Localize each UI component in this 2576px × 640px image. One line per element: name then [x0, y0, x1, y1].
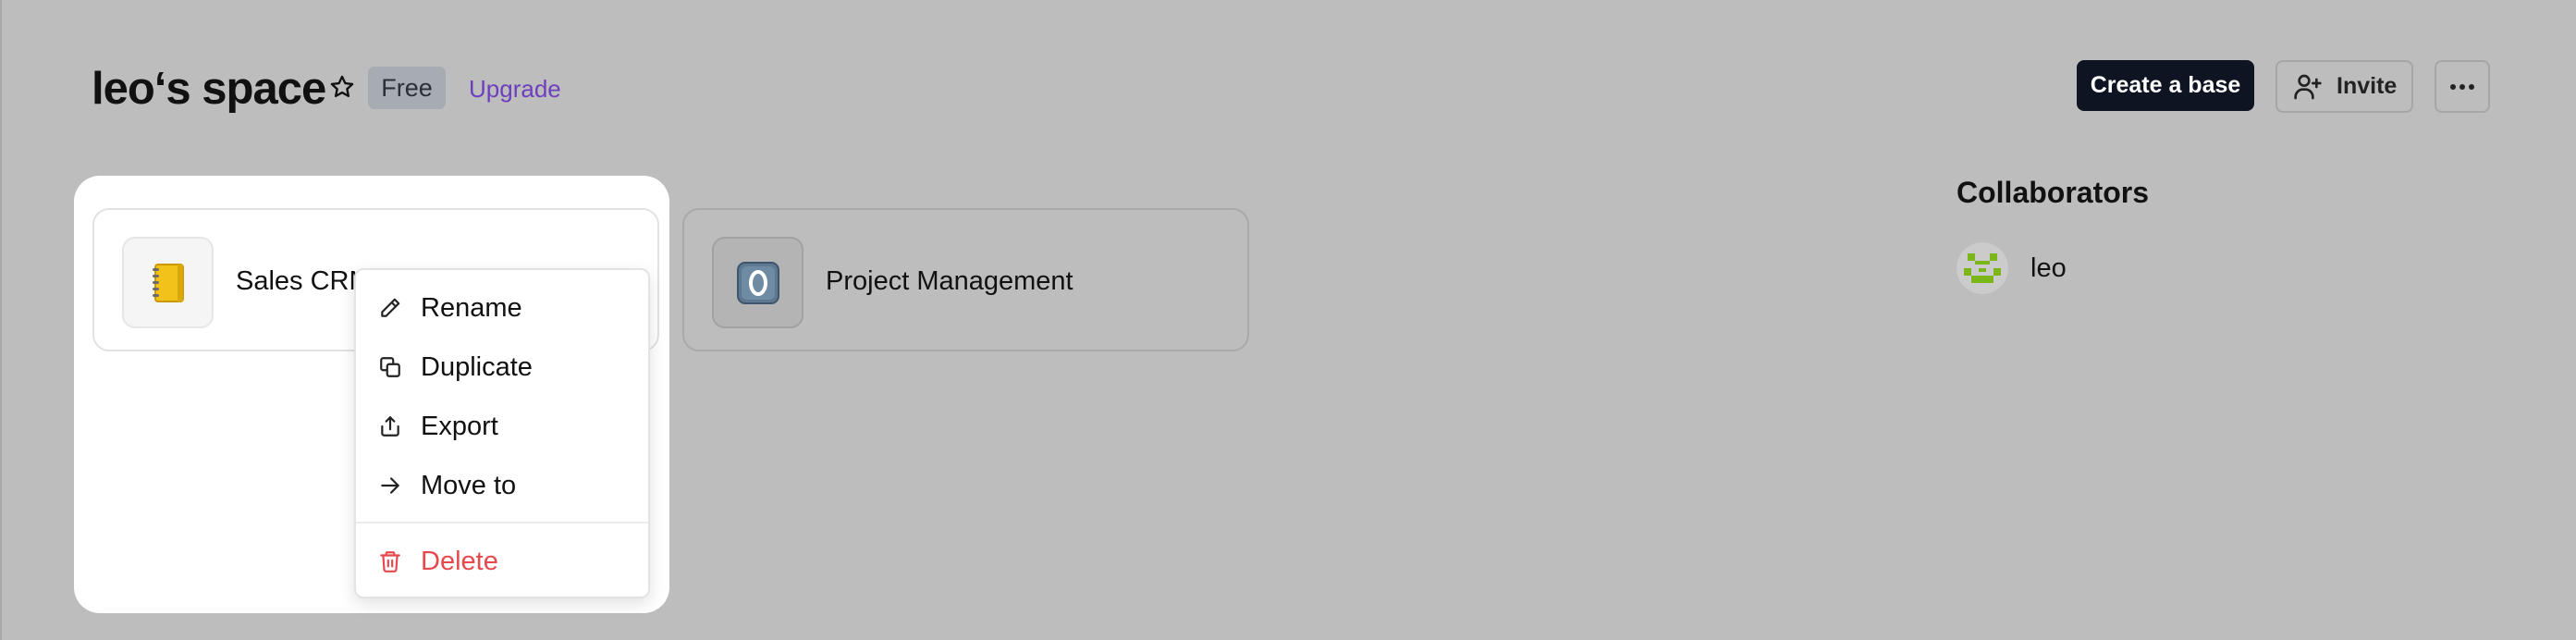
menu-item-label: Duplicate [421, 352, 533, 382]
menu-item-export[interactable]: Export [356, 399, 648, 454]
arrow-right-icon [381, 477, 399, 494]
ellipsis-icon [2450, 84, 2474, 90]
collaborator-name: leo [2030, 253, 2067, 283]
menu-item-label: Export [421, 412, 498, 441]
avatar [1957, 242, 2008, 294]
pixel-face-avatar-icon [1964, 253, 2001, 283]
invite-button-label: Invite [2337, 73, 2398, 99]
share-upload-icon [381, 416, 399, 437]
collaborators-heading: Collaborators [1957, 176, 2150, 209]
more-options-button[interactable] [2435, 60, 2490, 113]
base-card-project-management[interactable]: Project Management [682, 208, 1249, 351]
page-title: leo‘s space [92, 64, 326, 114]
menu-item-label: Rename [421, 293, 522, 323]
star-icon[interactable] [329, 74, 355, 100]
invite-button[interactable]: Invite [2275, 60, 2413, 113]
notebook-icon [153, 264, 184, 302]
menu-item-label: Move to [421, 471, 517, 500]
menu-item-delete[interactable]: Delete [356, 534, 648, 589]
pencil-icon [381, 298, 400, 317]
menu-item-rename[interactable]: Rename [356, 280, 648, 336]
upgrade-link[interactable]: Upgrade [469, 72, 561, 105]
user-plus-icon [2294, 74, 2322, 100]
base-icon-tile [712, 237, 803, 328]
menu-item-label: Delete [421, 547, 498, 576]
base-name: Sales CRM [236, 266, 372, 296]
plan-badge: Free [368, 67, 446, 109]
base-context-menu: Rename Duplicate Export Move to Delete [354, 268, 650, 598]
workspace-page: leo‘s space Free Upgrade Create a base I… [0, 0, 2576, 640]
copy-icon [380, 357, 400, 377]
menu-divider [356, 522, 648, 523]
trash-icon [380, 551, 400, 572]
sidebar-edge [0, 0, 2, 640]
base-icon-tile [122, 237, 214, 328]
menu-item-move-to[interactable]: Move to [356, 458, 648, 513]
base-name: Project Management [826, 266, 1073, 296]
zero-keycap-icon [737, 262, 779, 304]
collaborator-row[interactable]: leo [1957, 242, 2234, 298]
menu-item-duplicate[interactable]: Duplicate [356, 339, 648, 395]
create-base-button[interactable]: Create a base [2077, 60, 2254, 111]
